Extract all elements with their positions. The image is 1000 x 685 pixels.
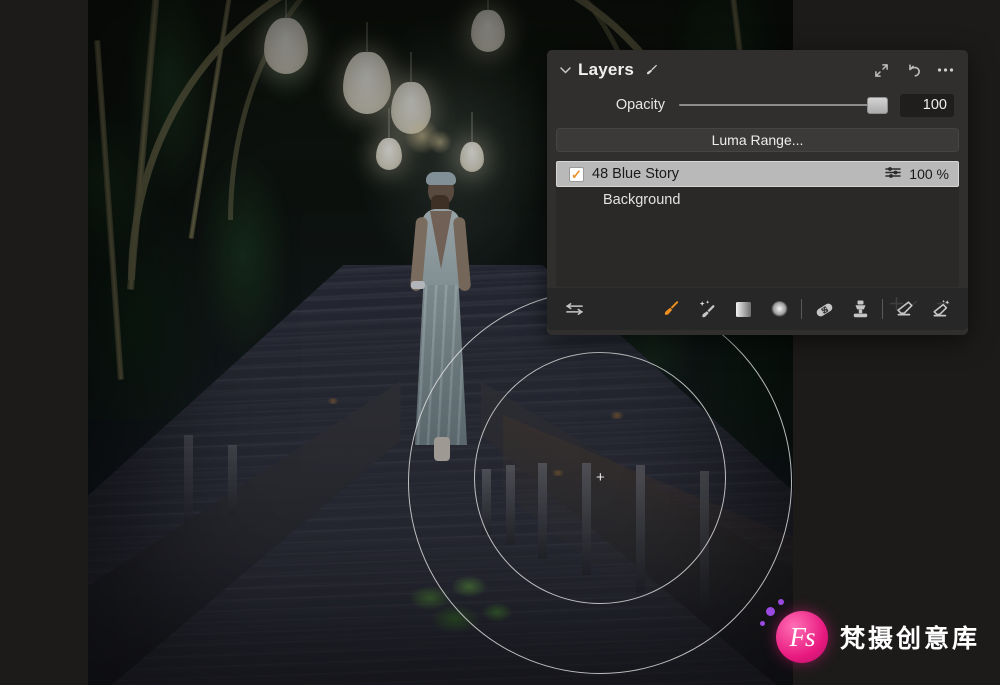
watermark-text: 梵摄创意库	[839, 624, 980, 653]
layers-panel-header-actions	[873, 62, 954, 79]
gradient-mask-tool-icon[interactable]	[730, 296, 756, 322]
check-icon: ✓	[571, 166, 582, 182]
fs-logo-icon: Fs	[759, 599, 828, 663]
opacity-control-row: Opacity 100	[547, 90, 968, 120]
opacity-label: Opacity	[615, 97, 665, 113]
brush-center-crosshair: +	[596, 469, 605, 486]
tools-toolbar	[547, 288, 968, 330]
layer-list: ✓ 48 Blue Story 100 % Background	[556, 161, 959, 287]
more-options-icon[interactable]	[937, 62, 954, 79]
table-row[interactable]: Background	[556, 187, 959, 213]
toolbar-divider	[801, 299, 802, 319]
layer-name: Background	[603, 192, 681, 208]
clone-stamp-tool-icon[interactable]	[847, 296, 873, 322]
adjust-sliders-icon[interactable]	[561, 296, 587, 322]
logo-bubble	[765, 607, 775, 616]
sliders-icon[interactable]	[885, 166, 902, 183]
layer-visibility-checkbox[interactable]: ✓	[569, 166, 584, 182]
watermark: Fs 梵摄创意库	[759, 599, 980, 663]
layer-name: 48 Blue Story	[592, 166, 680, 182]
logo-bubble	[777, 599, 784, 605]
layers-panel-header: Layers	[547, 50, 968, 90]
magic-brush-tool-icon[interactable]	[694, 296, 720, 322]
brush-icon[interactable]	[643, 62, 660, 79]
opacity-slider-handle[interactable]	[867, 96, 888, 114]
page-title: Layers	[578, 60, 635, 79]
retouch-tools-group	[811, 296, 873, 322]
luma-range-button[interactable]: Luma Range...	[556, 128, 959, 152]
logo-bubble	[759, 621, 765, 626]
expand-arrows-icon[interactable]	[873, 62, 890, 79]
brush-tool-icon[interactable]	[658, 296, 684, 322]
layer-opacity-value: 100 %	[909, 166, 949, 182]
app-root: + Layers Opacity 100 Luma Range... ✓ 48 …	[0, 0, 1000, 685]
table-row[interactable]: ✓ 48 Blue Story 100 %	[556, 161, 959, 187]
heal-tool-icon[interactable]	[811, 296, 837, 322]
eraser-tool-icon[interactable]	[892, 296, 918, 322]
opacity-slider-track	[679, 104, 888, 106]
reset-arrow-icon[interactable]	[905, 62, 922, 79]
toolbar-divider	[882, 299, 883, 319]
logo-monogram: Fs	[789, 621, 815, 652]
magic-eraser-tool-icon[interactable]	[928, 296, 954, 322]
radial-mask-tool-icon[interactable]	[766, 296, 792, 322]
mask-tools-group	[658, 296, 792, 322]
layer-meta: 100 %	[885, 166, 949, 183]
opacity-value-field[interactable]: 100	[900, 93, 954, 117]
eraser-tools-group	[892, 296, 954, 322]
chevron-down-icon[interactable]	[557, 62, 573, 78]
opacity-slider[interactable]	[679, 96, 888, 114]
